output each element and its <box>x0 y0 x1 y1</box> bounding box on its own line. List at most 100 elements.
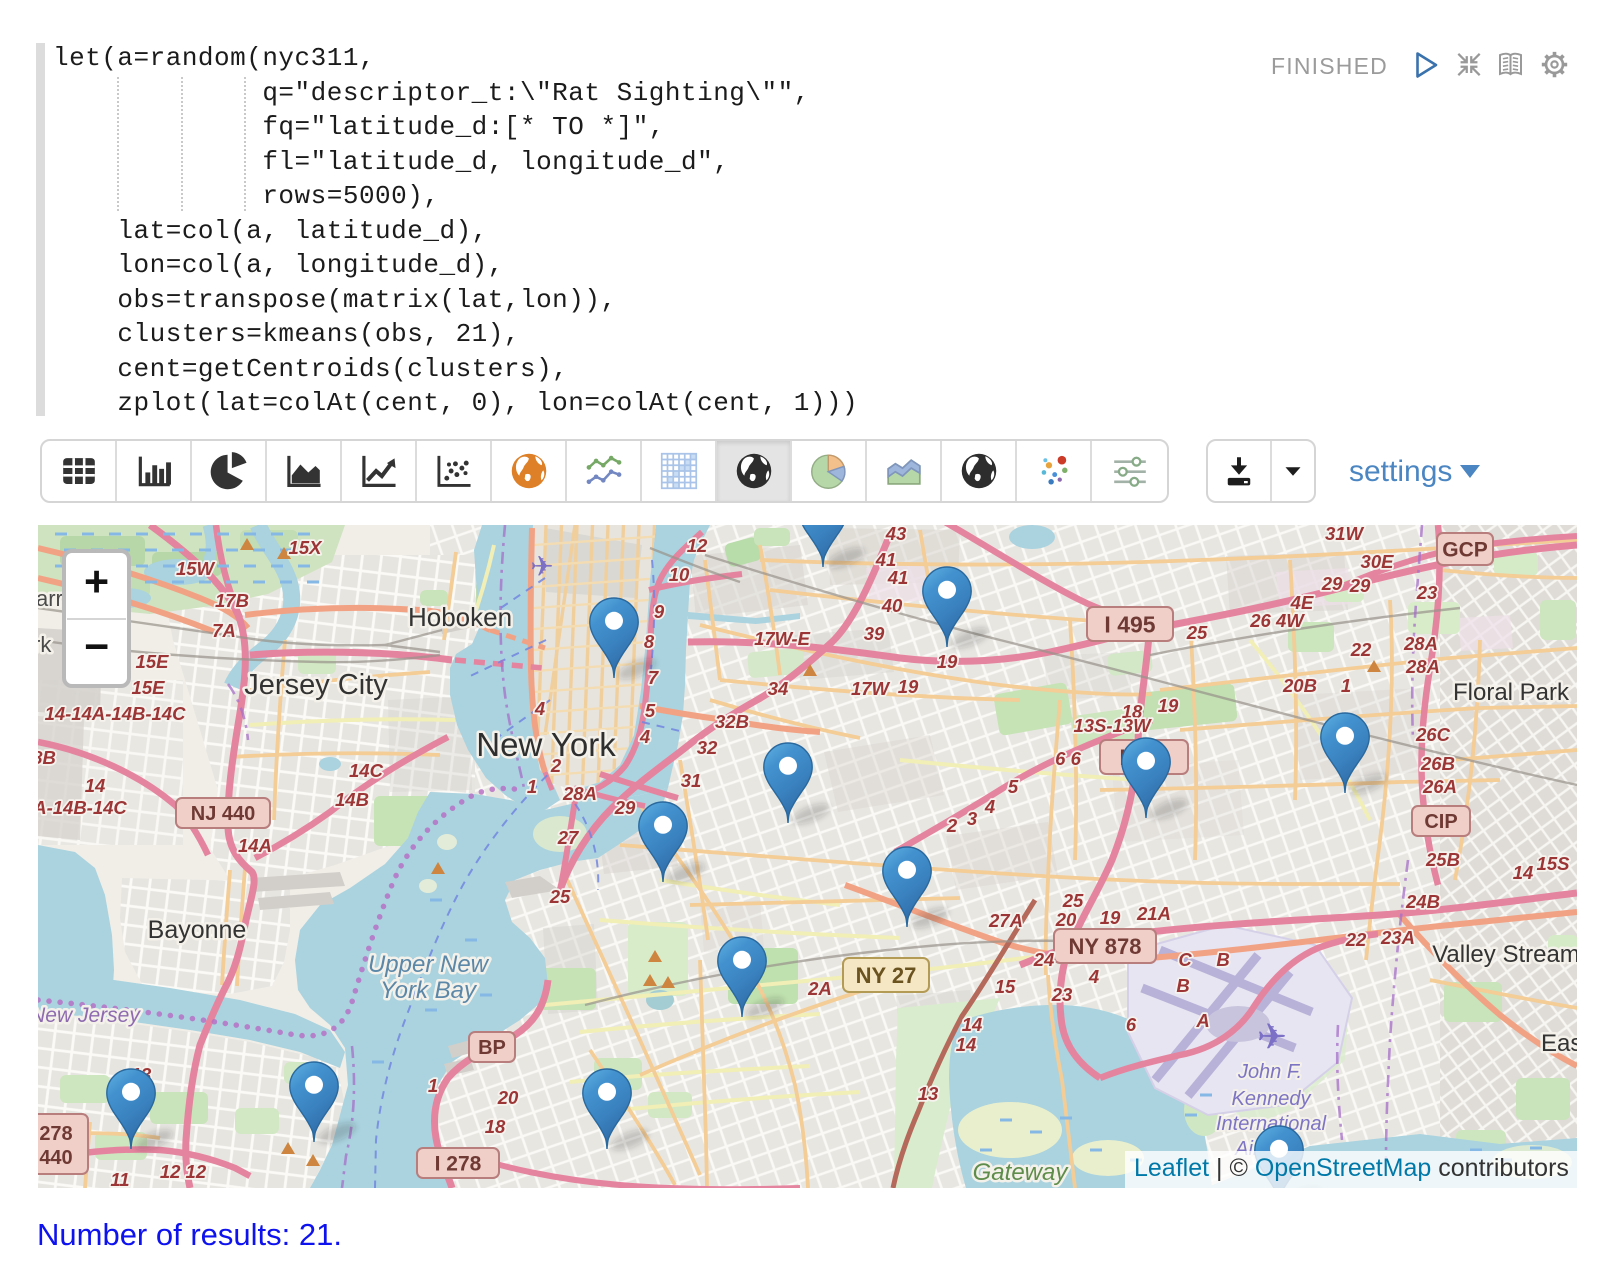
svg-text:17W-E: 17W-E <box>754 628 811 649</box>
svg-text:29: 29 <box>1321 573 1343 594</box>
svg-text:Upper New: Upper New <box>368 951 490 978</box>
svg-text:20B: 20B <box>1282 675 1317 696</box>
svg-text:278: 278 <box>39 1123 72 1145</box>
svg-text:34: 34 <box>768 678 789 699</box>
svg-text:8B: 8B <box>38 747 56 768</box>
svg-text:24B: 24B <box>1405 891 1440 912</box>
svg-text:arr: arr <box>38 586 63 611</box>
svg-text:1: 1 <box>1341 675 1351 696</box>
svg-text:25: 25 <box>1186 622 1208 643</box>
svg-text:28A: 28A <box>562 783 597 804</box>
svg-text:17W: 17W <box>851 678 891 699</box>
svg-text:rk: rk <box>38 632 52 657</box>
svg-text:17B: 17B <box>215 590 249 611</box>
svg-text:29: 29 <box>1349 575 1371 596</box>
svg-text:26B: 26B <box>1420 753 1455 774</box>
svg-text:NY 27: NY 27 <box>856 963 917 988</box>
svg-text:14: 14 <box>956 1034 977 1055</box>
svg-text:15W: 15W <box>176 558 216 579</box>
svg-text:440: 440 <box>39 1147 72 1169</box>
svg-text:4: 4 <box>1088 966 1099 987</box>
svg-text:25B: 25B <box>1425 849 1460 870</box>
svg-text:10: 10 <box>669 564 690 585</box>
svg-text:14B: 14B <box>335 789 369 810</box>
svg-text:27: 27 <box>557 827 580 848</box>
svg-text:4: 4 <box>534 698 545 719</box>
svg-text:2A: 2A <box>807 978 832 999</box>
svg-text:5: 5 <box>645 700 656 721</box>
svg-text:32B: 32B <box>715 711 749 732</box>
svg-text:✈: ✈ <box>1257 1016 1287 1057</box>
svg-text:CIP: CIP <box>1424 811 1457 833</box>
svg-text:East: East <box>1541 1030 1577 1057</box>
svg-text:41: 41 <box>887 567 909 588</box>
svg-text:39: 39 <box>864 623 885 644</box>
svg-text:22: 22 <box>1350 639 1372 660</box>
svg-text:21A: 21A <box>1136 903 1171 924</box>
svg-text:14: 14 <box>85 775 106 796</box>
svg-text:2: 2 <box>946 815 958 836</box>
svg-text:20: 20 <box>497 1087 519 1108</box>
svg-text:14: 14 <box>962 1014 983 1035</box>
svg-text:8: 8 <box>644 631 655 652</box>
svg-text:27A: 27A <box>988 910 1023 931</box>
svg-text:19: 19 <box>1158 695 1179 716</box>
svg-text:GCP: GCP <box>1442 539 1488 562</box>
svg-text:13: 13 <box>918 1083 939 1104</box>
svg-text:I 278: I 278 <box>435 1153 482 1176</box>
svg-text:York Bay: York Bay <box>380 977 478 1004</box>
svg-text:John F.: John F. <box>1237 1061 1302 1083</box>
svg-text:32: 32 <box>697 737 718 758</box>
svg-text:23: 23 <box>1051 984 1073 1005</box>
svg-text:New York: New York <box>476 726 616 763</box>
svg-text:4: 4 <box>984 796 995 817</box>
svg-text:7A: 7A <box>212 620 236 641</box>
svg-text:11: 11 <box>110 1169 129 1188</box>
svg-text:19: 19 <box>898 676 919 697</box>
svg-text:23: 23 <box>1416 582 1438 603</box>
svg-text:4E: 4E <box>1290 592 1314 613</box>
svg-text:15X: 15X <box>289 537 324 558</box>
svg-text:22: 22 <box>1345 929 1367 950</box>
svg-text:14A: 14A <box>238 835 272 856</box>
svg-text:C: C <box>1178 949 1192 970</box>
svg-text:15E: 15E <box>132 677 166 698</box>
svg-text:26 4W: 26 4W <box>1249 610 1305 631</box>
svg-text:43: 43 <box>885 525 907 544</box>
svg-text:29: 29 <box>614 797 636 818</box>
svg-text:NJ 440: NJ 440 <box>191 803 256 825</box>
svg-text:19: 19 <box>937 651 958 672</box>
svg-text:15S: 15S <box>1537 853 1571 874</box>
svg-text:12 12: 12 12 <box>160 1161 207 1182</box>
svg-text:25: 25 <box>549 886 571 907</box>
svg-text:9: 9 <box>654 601 665 622</box>
svg-text:B: B <box>1176 975 1189 996</box>
svg-text:I 495: I 495 <box>1104 611 1155 637</box>
svg-text:✈: ✈ <box>530 551 553 582</box>
svg-text:BP: BP <box>478 1037 506 1059</box>
svg-text:Floral Park: Floral Park <box>1453 679 1570 706</box>
svg-text:13S-13W: 13S-13W <box>1073 715 1152 736</box>
svg-text:Jersey City: Jersey City <box>244 669 388 701</box>
svg-text:6 6: 6 6 <box>1055 748 1081 769</box>
svg-text:26A: 26A <box>1422 776 1457 797</box>
svg-text:25: 25 <box>1062 890 1084 911</box>
svg-text:28A: 28A <box>1405 656 1440 677</box>
svg-text:28A: 28A <box>1403 633 1438 654</box>
svg-text:Hoboken: Hoboken <box>408 602 512 632</box>
svg-text:24: 24 <box>1033 949 1055 970</box>
svg-text:4: 4 <box>639 726 650 747</box>
svg-text:New Jersey: New Jersey <box>38 1004 141 1027</box>
svg-text:Bayonne: Bayonne <box>148 916 247 944</box>
svg-text:Kennedy: Kennedy <box>1232 1088 1312 1110</box>
svg-text:1: 1 <box>527 776 537 797</box>
svg-text:18: 18 <box>485 1116 506 1137</box>
svg-text:A: A <box>1195 1010 1209 1031</box>
svg-text:19: 19 <box>1100 907 1121 928</box>
svg-text:5: 5 <box>1008 776 1019 797</box>
svg-text:15: 15 <box>995 976 1016 997</box>
svg-text:31W: 31W <box>1325 525 1365 544</box>
svg-text:14C: 14C <box>349 760 384 781</box>
svg-text:14-14A-14B-14C: 14-14A-14B-14C <box>45 703 187 724</box>
svg-text:6: 6 <box>1126 1014 1137 1035</box>
